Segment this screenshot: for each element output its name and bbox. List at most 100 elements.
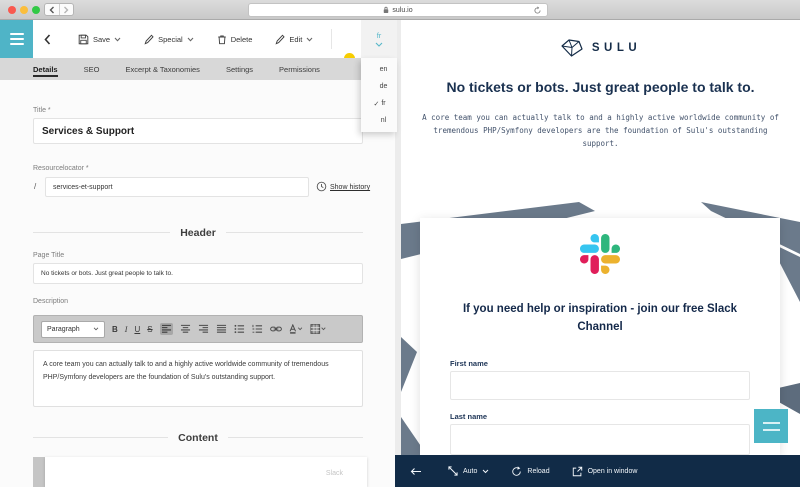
- preview-pane: SULU No tickets or bots. Just great peop…: [395, 20, 800, 487]
- device-mode-select[interactable]: Auto: [448, 466, 489, 476]
- slack-logo-icon: [580, 234, 620, 274]
- close-window-icon[interactable]: [8, 6, 16, 14]
- block-drag-handle[interactable]: [33, 457, 45, 487]
- save-label: Save: [93, 34, 111, 44]
- numbered-list-icon[interactable]: [252, 324, 263, 334]
- paragraph-style-label: Paragraph: [47, 325, 80, 333]
- check-icon: ✓: [373, 100, 380, 108]
- slack-card-heading: If you need help or inspiration - join o…: [462, 303, 738, 334]
- reload-label: Reload: [527, 467, 550, 475]
- paragraph-style-select[interactable]: Paragraph: [41, 320, 105, 338]
- collapse-preview-button[interactable]: [410, 467, 422, 476]
- show-history-link[interactable]: Show history: [330, 184, 370, 191]
- content-section-divider: Content: [33, 431, 364, 444]
- language-option-fr[interactable]: ✓ fr: [361, 95, 397, 112]
- table-icon[interactable]: [310, 324, 326, 334]
- title-input[interactable]: [33, 118, 363, 144]
- link-icon[interactable]: [269, 325, 282, 333]
- toolbar-separator: [331, 29, 332, 49]
- tab-seo[interactable]: SEO: [84, 58, 100, 80]
- chevron-down-icon: [187, 37, 194, 42]
- first-name-label: First name: [450, 359, 488, 368]
- page-reload-icon[interactable]: [533, 6, 542, 15]
- tab-excerpt-taxonomies[interactable]: Excerpt & Taxonomies: [125, 58, 199, 80]
- slack-card: If you need help or inspiration - join o…: [420, 218, 780, 455]
- page-title-input[interactable]: [33, 263, 363, 284]
- browser-forward-icon[interactable]: [58, 4, 74, 15]
- device-mode-label: Auto: [463, 467, 478, 475]
- delete-button[interactable]: Delete: [217, 34, 253, 45]
- delete-icon: [217, 34, 226, 44]
- resourcelocator-prefix: /: [34, 182, 37, 191]
- site-logo-text: SULU: [591, 42, 642, 54]
- tab-settings[interactable]: Settings: [226, 58, 253, 80]
- delete-label: Delete: [230, 34, 253, 44]
- special-icon: [144, 34, 154, 45]
- chevron-down-icon: [114, 37, 121, 42]
- align-justify-icon[interactable]: [216, 324, 227, 334]
- content-block[interactable]: Slack: [45, 457, 367, 487]
- reload-preview-button[interactable]: Reload: [511, 465, 550, 477]
- language-option-label: en: [379, 66, 388, 73]
- minimize-window-icon[interactable]: [20, 6, 28, 14]
- url-bar[interactable]: sulu.io: [248, 3, 548, 17]
- edit-button[interactable]: Edit: [275, 34, 313, 45]
- chevron-down-icon: [483, 469, 489, 473]
- language-current-label: fr: [376, 31, 382, 40]
- resourcelocator-input[interactable]: [45, 177, 309, 197]
- admin-toolbar: Save Special Delete Edit: [0, 20, 395, 64]
- page-title-label: Page Title: [33, 252, 65, 259]
- font-color-icon[interactable]: [289, 324, 303, 334]
- sulu-logo-icon: [561, 39, 583, 57]
- back-button[interactable]: [44, 33, 51, 45]
- bullet-list-icon[interactable]: [234, 324, 245, 334]
- browser-chrome: sulu.io: [0, 0, 800, 20]
- url-text: sulu.io: [392, 6, 413, 14]
- header-section-title: Header: [180, 226, 216, 239]
- align-right-icon[interactable]: [198, 324, 209, 334]
- slack-section: If you need help or inspiration - join o…: [401, 202, 800, 455]
- language-option-de[interactable]: de: [361, 78, 397, 95]
- maximize-window-icon[interactable]: [32, 6, 40, 14]
- align-center-icon[interactable]: [180, 324, 191, 334]
- tab-details[interactable]: Details: [33, 58, 58, 80]
- save-button[interactable]: Save: [78, 34, 121, 45]
- resize-icon: [448, 466, 458, 476]
- bold-button[interactable]: B: [112, 325, 118, 334]
- header-section-divider: Header: [33, 226, 364, 239]
- language-option-label: de: [379, 83, 388, 90]
- site-logo: SULU: [401, 38, 800, 58]
- preview-toolbar: Auto Reload Open in window: [395, 455, 800, 487]
- last-name-label: Last name: [450, 412, 488, 421]
- align-left-icon[interactable]: [159, 323, 173, 335]
- language-option-en[interactable]: en: [361, 61, 397, 78]
- chevron-down-icon: [306, 37, 313, 42]
- description-input[interactable]: A core team you can actually talk to and…: [33, 350, 363, 407]
- language-select[interactable]: fr: [361, 20, 397, 58]
- edit-icon: [275, 34, 286, 45]
- preview-sidebar-toggle-button[interactable]: [754, 409, 788, 443]
- save-icon: [78, 34, 89, 44]
- chevron-down-icon: [93, 327, 99, 331]
- open-in-window-button[interactable]: Open in window: [572, 466, 638, 477]
- app-window: { "browser": { "url": "sulu.io" }, "admi…: [0, 0, 800, 487]
- strikethrough-button[interactable]: S: [147, 325, 152, 334]
- underline-button[interactable]: U: [134, 325, 140, 334]
- language-option-label: fr: [381, 100, 386, 107]
- edit-label: Edit: [289, 34, 303, 44]
- tab-bar: Details SEO Excerpt & Taxonomies Setting…: [0, 58, 363, 80]
- language-option-label: nl: [380, 117, 387, 124]
- language-option-nl[interactable]: nl: [361, 112, 397, 129]
- description-label: Description: [33, 298, 69, 305]
- italic-button[interactable]: I: [125, 325, 128, 334]
- open-window-label: Open in window: [587, 467, 638, 475]
- browser-back-icon[interactable]: [45, 4, 59, 15]
- special-button[interactable]: Special: [144, 34, 194, 45]
- menu-icon[interactable]: [0, 20, 33, 58]
- open-window-icon: [572, 466, 582, 476]
- block-type-label: Slack: [325, 470, 343, 477]
- content-section-title: Content: [178, 431, 218, 444]
- last-name-input[interactable]: [450, 424, 750, 455]
- tab-permissions[interactable]: Permissions: [279, 58, 320, 80]
- first-name-input[interactable]: [450, 371, 750, 400]
